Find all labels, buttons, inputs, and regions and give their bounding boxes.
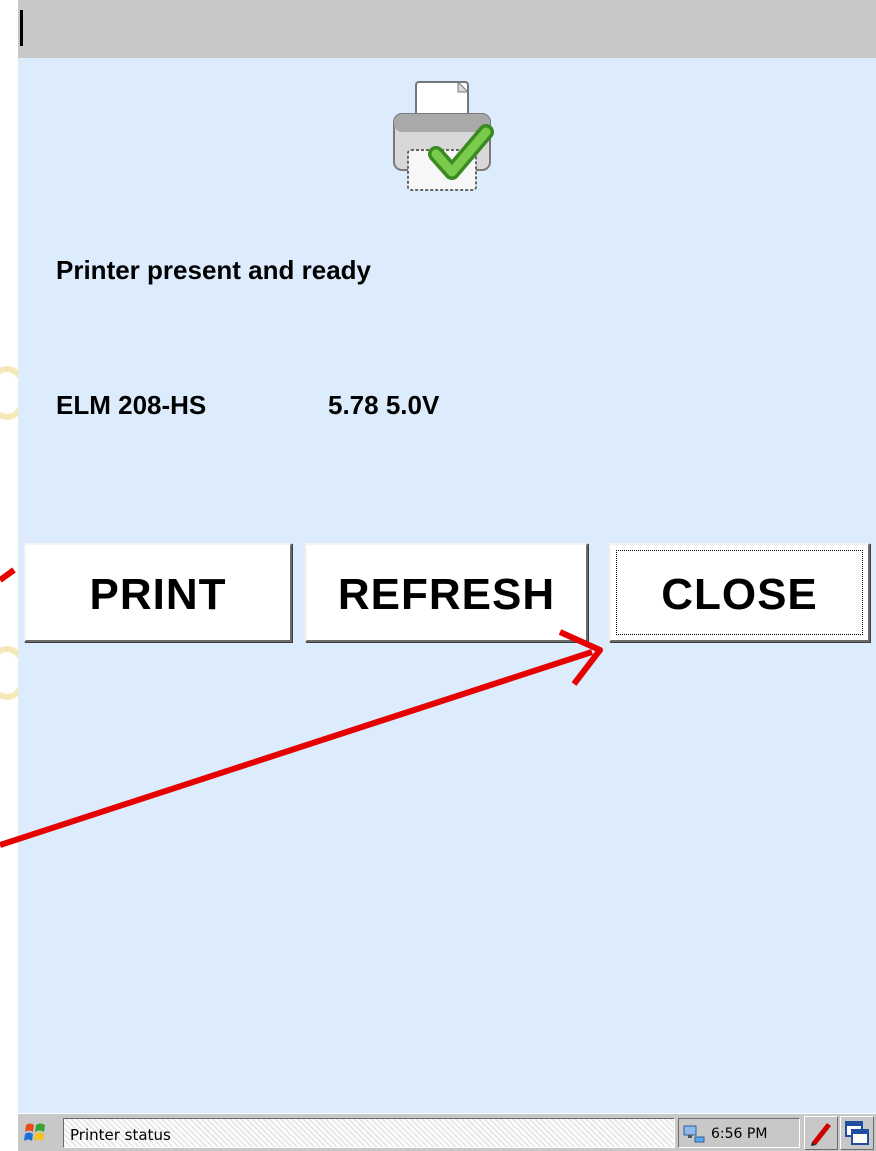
printer-version: 5.78 5.0V xyxy=(328,390,440,420)
title-bar xyxy=(18,0,876,58)
printer-ready-icon xyxy=(393,80,494,191)
printer-status-screen: Printer present and ready ELM 208-HS 5.7… xyxy=(18,0,876,1151)
background-logo xyxy=(0,646,18,700)
close-button[interactable]: CLOSE xyxy=(609,543,870,642)
focus-indicator xyxy=(616,550,863,635)
pen-input-icon xyxy=(811,1123,831,1146)
taskbar: Printer status 6:56 PM xyxy=(18,1113,876,1151)
refresh-button[interactable]: REFRESH xyxy=(305,543,588,642)
print-button[interactable]: PRINT xyxy=(24,543,292,642)
background-logo xyxy=(0,366,18,420)
pen-input-button[interactable] xyxy=(804,1116,838,1150)
text-cursor xyxy=(20,10,23,46)
system-tray: 6:56 PM xyxy=(678,1118,800,1148)
taskbar-item-label: Printer status xyxy=(70,1126,171,1144)
clock: 6:56 PM xyxy=(711,1126,768,1142)
switch-windows-icon xyxy=(845,1121,869,1145)
printer-model: ELM 208-HS xyxy=(56,390,207,420)
windows-start-icon[interactable] xyxy=(22,1120,48,1146)
switch-windows-button[interactable] xyxy=(840,1116,874,1150)
taskbar-item-printer-status[interactable]: Printer status xyxy=(63,1118,675,1148)
network-icon[interactable] xyxy=(683,1124,705,1144)
background-strip xyxy=(0,0,18,1151)
printer-status-message: Printer present and ready xyxy=(56,255,371,285)
